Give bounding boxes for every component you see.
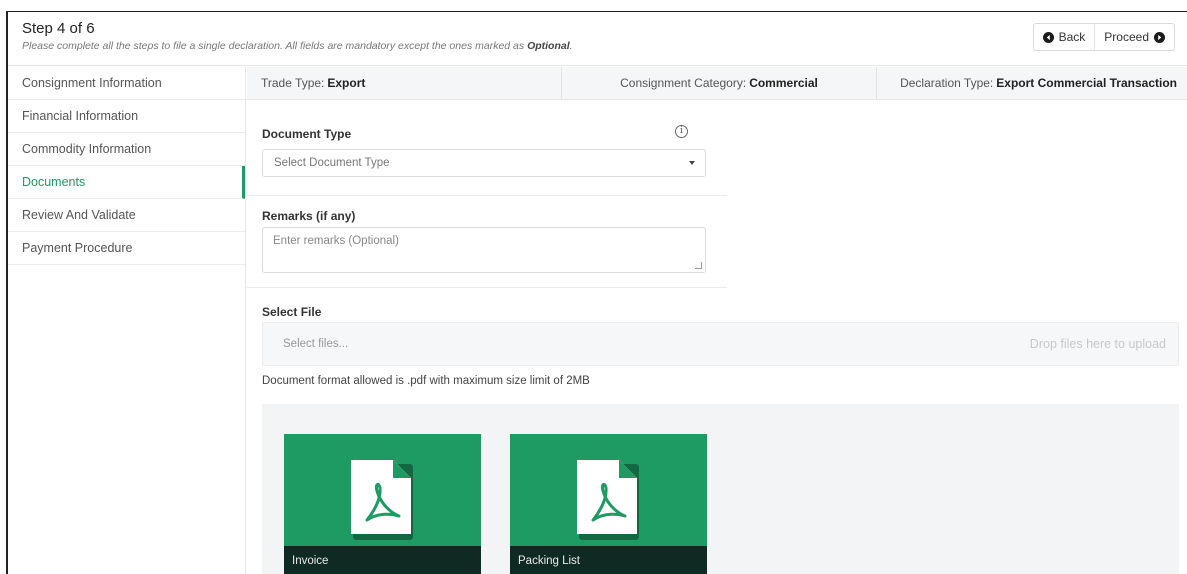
declaration-info-bar: Trade Type: Export Consignment Category: C… xyxy=(247,67,1187,100)
file-name: Invoice xyxy=(284,546,481,574)
remarks-placeholder: Enter remarks (Optional) xyxy=(273,235,399,247)
steps-sidebar: Consignment Information Financial Inform… xyxy=(8,67,246,574)
uploaded-files-area: Invoice Packing List xyxy=(262,404,1179,574)
document-type-select[interactable]: Select Document Type xyxy=(262,149,706,177)
trade-type-value: Export xyxy=(327,76,366,90)
file-card-packing-list[interactable]: Packing List xyxy=(510,434,707,574)
consignment-category-info: Consignment Category: Commercial xyxy=(562,67,877,99)
pdf-file-icon xyxy=(351,460,413,540)
declaration-type-value: Export Commercial Transaction xyxy=(996,76,1177,90)
sidebar-item-consignment-information[interactable]: Consignment Information xyxy=(8,67,245,100)
remarks-textarea[interactable]: Enter remarks (Optional) xyxy=(262,227,706,273)
declaration-type-info: Declaration Type: Export Commercial Trans… xyxy=(900,76,1177,90)
step-navigation: Back Proceed xyxy=(1032,23,1175,51)
select-files-button[interactable]: Select files... xyxy=(271,330,361,358)
info-icon[interactable]: i xyxy=(675,125,688,138)
circle-arrow-right-icon xyxy=(1154,31,1165,43)
proceed-button[interactable]: Proceed xyxy=(1094,24,1174,50)
file-name: Packing List xyxy=(510,546,707,574)
sidebar-item-documents[interactable]: Documents xyxy=(8,166,245,199)
back-button[interactable]: Back xyxy=(1034,24,1095,50)
consignment-category-value: Commercial xyxy=(749,76,818,90)
sidebar-item-financial-information[interactable]: Financial Information xyxy=(8,100,245,133)
remarks-panel: Remarks (if any) Enter remarks (Optional… xyxy=(247,198,727,288)
page-header: Step 4 of 6 Please complete all the step… xyxy=(8,12,1187,66)
sidebar-item-payment-procedure[interactable]: Payment Procedure xyxy=(8,232,245,265)
step-indicator: Step 4 of 6 xyxy=(22,20,95,37)
file-drop-zone[interactable]: Select files... Drop files here to uploa… xyxy=(262,322,1179,366)
declaration-window: Step 4 of 6 Please complete all the step… xyxy=(6,11,1187,574)
resize-handle-icon[interactable] xyxy=(695,262,702,269)
trade-type-info: Trade Type: Export xyxy=(247,67,562,99)
select-file-label: Select File xyxy=(262,305,322,319)
file-card-invoice[interactable]: Invoice xyxy=(284,434,481,574)
pdf-file-icon xyxy=(577,460,639,540)
sidebar-item-review-and-validate[interactable]: Review And Validate xyxy=(8,199,245,232)
document-type-label: Document Type xyxy=(262,127,352,141)
sidebar-item-commodity-information[interactable]: Commodity Information xyxy=(8,133,245,166)
drop-files-hint: Drop files here to upload xyxy=(1029,337,1166,351)
main-content: Trade Type: Export Consignment Category: C… xyxy=(247,67,1187,574)
proceed-label: Proceed xyxy=(1104,30,1149,44)
step-instructions: Please complete all the steps to file a … xyxy=(22,40,573,52)
document-type-panel: Document Type i Select Document Type xyxy=(247,101,727,196)
remarks-label: Remarks (if any) xyxy=(262,209,356,223)
caret-down-icon xyxy=(689,161,695,165)
document-type-placeholder: Select Document Type xyxy=(274,157,390,169)
format-note: Document format allowed is .pdf with max… xyxy=(262,375,590,387)
circle-arrow-left-icon xyxy=(1042,31,1054,43)
back-label: Back xyxy=(1058,30,1086,44)
optional-emphasis: Optional xyxy=(527,40,570,52)
